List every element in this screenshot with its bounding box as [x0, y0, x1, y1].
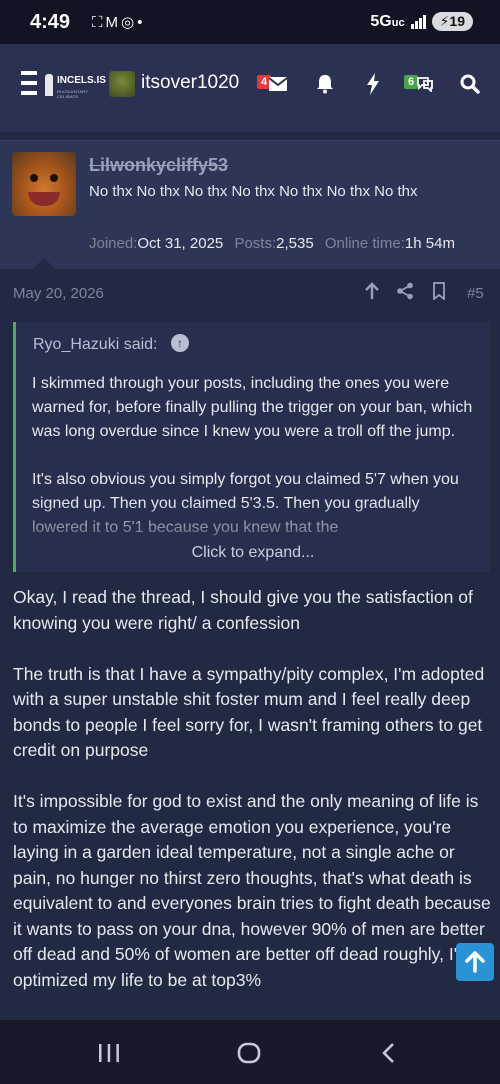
- post-message: Okay, I read the thread, I should give y…: [13, 585, 491, 1019]
- status-bar: 4:49 ⛶M◎• 5Guc ⚡19: [0, 0, 500, 44]
- quote-jump-icon[interactable]: ↑: [171, 334, 189, 352]
- quote-author[interactable]: Ryo_Hazuki said:: [33, 336, 158, 354]
- online-time-value: 1h 54m: [404, 235, 455, 252]
- instagram-icon: ◎: [121, 14, 138, 31]
- site-logo[interactable]: INCELS.IS INVOLUNTARY CELIBATE: [43, 72, 106, 102]
- poster-stats: Joined:Oct 31, 2025 Posts:2,535 Online t…: [89, 235, 455, 252]
- post-date[interactable]: May 20, 2026: [13, 285, 104, 302]
- dot-icon: •: [137, 14, 146, 31]
- joined-value: Oct 31, 2025: [137, 235, 224, 252]
- share-icon[interactable]: [396, 282, 414, 300]
- bookmark-icon[interactable]: [432, 282, 446, 300]
- quote-paragraph: I skimmed through your posts, including …: [32, 375, 473, 440]
- message-paragraph: Okay, I read the thread, I should give y…: [13, 587, 473, 633]
- bell-icon[interactable]: [316, 74, 334, 94]
- lightning-icon[interactable]: [366, 73, 380, 95]
- online-time-label: Online time:: [324, 235, 405, 252]
- arrow-up-icon[interactable]: [364, 282, 380, 300]
- back-icon[interactable]: [380, 1042, 396, 1064]
- status-time: 4:49: [30, 11, 71, 33]
- quote-block: Ryo_Hazuki said: ↑ I skimmed through you…: [13, 322, 490, 572]
- joined-label: Joined:: [89, 235, 138, 252]
- gmail-icon: M: [105, 14, 122, 31]
- current-username[interactable]: itsover1020: [141, 72, 239, 94]
- post-pointer: [32, 258, 56, 270]
- conversations-icon[interactable]: [416, 76, 434, 92]
- home-icon[interactable]: [237, 1042, 261, 1064]
- poster-user-title: No thx No thx No thx No thx No thx No th…: [89, 183, 418, 200]
- posts-label: Posts:: [234, 235, 277, 252]
- search-icon[interactable]: [460, 74, 480, 94]
- poster-username[interactable]: Lilwonkycliffy53: [89, 155, 228, 176]
- network-type: 5Guc: [370, 12, 405, 30]
- message-paragraph: It's impossible for god to exist and the…: [13, 791, 491, 990]
- click-to-expand-link[interactable]: Click to expand...: [16, 544, 490, 562]
- message-paragraph: The truth is that I have a sympathy/pity…: [13, 663, 485, 761]
- envelope-icon[interactable]: [269, 77, 287, 91]
- recent-apps-icon[interactable]: [98, 1043, 120, 1063]
- menu-icon[interactable]: [21, 71, 37, 95]
- signal-icon: [410, 14, 426, 29]
- battery-indicator: ⚡19: [431, 12, 473, 31]
- system-navigation-bar: [0, 1020, 500, 1084]
- post-number[interactable]: #5: [467, 285, 484, 302]
- user-avatar[interactable]: [109, 71, 135, 97]
- arrow-up-icon: [465, 951, 485, 973]
- scroll-to-top-button[interactable]: [456, 943, 494, 981]
- site-header: INCELS.IS INVOLUNTARY CELIBATE itsover10…: [0, 44, 500, 132]
- screenshot-icon: ⛶: [92, 14, 106, 31]
- posts-value: 2,535: [276, 235, 314, 252]
- poster-avatar[interactable]: [12, 152, 76, 216]
- notification-icons: ⛶M◎•: [92, 13, 145, 31]
